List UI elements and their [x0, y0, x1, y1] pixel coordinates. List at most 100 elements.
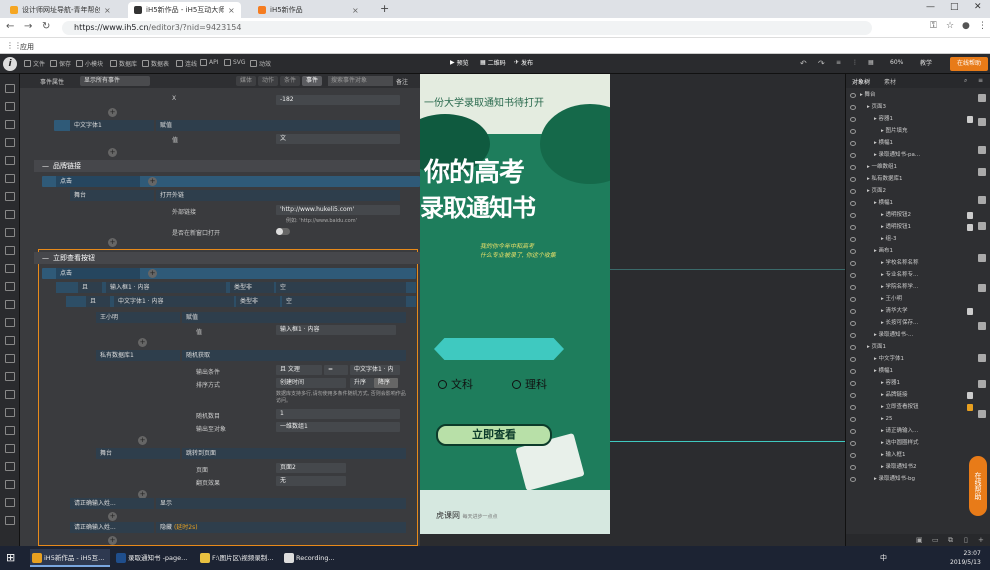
gesture-tool-icon[interactable] — [5, 408, 15, 417]
copy-icon[interactable]: ⧉ — [948, 536, 953, 545]
layer-item[interactable]: ▸ 横幅1 — [874, 198, 893, 209]
taskbar-item[interactable]: F:\图片区\视频录制... — [198, 549, 278, 567]
property-tool-icon[interactable] — [978, 222, 986, 230]
taskbar-item[interactable]: Recording... — [282, 549, 354, 567]
camera-tool-icon[interactable] — [5, 318, 15, 327]
visibility-eye-icon[interactable] — [850, 405, 856, 410]
page-select[interactable]: 页面2 — [276, 463, 346, 473]
layer-item[interactable]: ▸ 页面2 — [867, 186, 886, 197]
action-object[interactable]: 舞台 — [70, 190, 154, 201]
layer-item[interactable]: ▸ 容器1 — [874, 114, 893, 125]
action-object[interactable]: 中文字体1 — [70, 120, 154, 131]
action-name[interactable]: 隐藏 (延时2s) — [156, 522, 406, 533]
folder-icon[interactable]: ▭ — [932, 536, 939, 544]
action-object[interactable]: 私有数据库1 — [96, 350, 180, 361]
cond-logic[interactable]: 且 — [86, 296, 110, 307]
desc-button[interactable]: 降序 — [374, 378, 398, 388]
visibility-eye-icon[interactable] — [850, 273, 856, 278]
layer-item[interactable]: ▸ 容器1 — [881, 378, 900, 389]
visibility-eye-icon[interactable] — [850, 309, 856, 314]
collapse-icon[interactable]: — — [42, 254, 49, 262]
video-tool-icon[interactable] — [5, 210, 15, 219]
layer-item[interactable]: ▸ 横幅1 — [874, 366, 893, 377]
action-object[interactable]: 请正确输入姓... — [70, 522, 154, 533]
radio-science[interactable]: 理科 — [512, 376, 547, 392]
timeline-tool-icon[interactable] — [5, 264, 15, 273]
action-name[interactable]: 显示 — [156, 498, 406, 509]
layer-item[interactable]: ▸ 透明按钮2 — [881, 210, 911, 221]
cond-operator[interactable]: 类型非 — [230, 282, 274, 293]
db-tool-icon[interactable] — [5, 462, 15, 471]
trash-icon[interactable]: ▯ — [964, 536, 968, 544]
cond-value[interactable]: 空 — [282, 296, 406, 307]
toolbar-link[interactable]: 连线 — [176, 59, 197, 68]
toolbar-save[interactable]: 保存 — [50, 59, 71, 68]
visibility-eye-icon[interactable] — [850, 357, 856, 362]
pointer-tool-icon[interactable] — [5, 84, 15, 93]
visibility-eye-icon[interactable] — [850, 177, 856, 182]
lock-icon[interactable] — [967, 224, 973, 231]
undo-icon[interactable]: ↶ — [800, 59, 807, 68]
lock-icon[interactable] — [967, 116, 973, 123]
forward-arrow-icon[interactable]: → — [24, 21, 32, 32]
publish-button[interactable]: ✈ 发布 — [514, 58, 533, 67]
3d-tool-icon[interactable] — [5, 390, 15, 399]
phone-preview[interactable]: 一份大学录取通知书待打开 你的高考 录取通知书 我的你今年中和高考 什么专业被录了… — [420, 74, 610, 534]
visibility-eye-icon[interactable] — [850, 261, 856, 266]
property-tool-icon[interactable] — [978, 354, 986, 362]
visibility-eye-icon[interactable] — [850, 465, 856, 470]
add-action-icon[interactable]: + — [108, 108, 117, 117]
event-search-input[interactable]: 搜索事件对象 — [328, 76, 393, 86]
tab-condition[interactable]: 条件 — [280, 76, 301, 86]
property-tool-icon[interactable] — [978, 196, 986, 204]
container-tool-icon[interactable] — [5, 174, 15, 183]
layer-item[interactable]: ▸ 长按可保存... — [881, 318, 918, 329]
distribute-icon[interactable]: ⋮ — [852, 59, 858, 66]
key-icon[interactable]: ⚿ — [930, 21, 937, 31]
share-tool-icon[interactable] — [5, 372, 15, 381]
windows-start-icon[interactable]: ⊞ — [6, 551, 15, 564]
layer-item[interactable]: ▸ 立即查看按钮 — [881, 402, 919, 413]
reload-icon[interactable]: ↻ — [42, 21, 50, 32]
property-tool-icon[interactable] — [978, 322, 986, 330]
action-name[interactable]: 随机获取 — [182, 350, 406, 361]
system-clock[interactable]: 23:07 2019/5/13 — [950, 549, 981, 567]
name-input-box[interactable] — [434, 338, 564, 360]
more-tool-icon[interactable] — [5, 498, 15, 507]
tab-action[interactable]: 动作 — [258, 76, 279, 86]
layer-item[interactable]: ▸ 画布1 — [874, 246, 893, 257]
layer-item[interactable]: ▸ 专业名称专... — [881, 270, 918, 281]
property-tool-icon[interactable] — [978, 118, 986, 126]
property-tool-icon[interactable] — [978, 168, 986, 176]
plugin-tool-icon[interactable] — [5, 516, 15, 525]
action-name[interactable]: 跳转到页面 — [182, 448, 406, 459]
lock-icon[interactable] — [967, 308, 973, 315]
visibility-eye-icon[interactable] — [850, 117, 856, 122]
toolbar-file[interactable]: 文件 — [24, 59, 45, 68]
layer-item[interactable]: ▸ 品牌链接 — [881, 390, 908, 401]
layer-item[interactable]: ▸ 录取通知书-... — [874, 330, 913, 341]
property-tool-icon[interactable] — [978, 146, 986, 154]
cond-value[interactable]: 空 — [276, 282, 406, 293]
layer-item[interactable]: ▸ 私有数据库1 — [867, 174, 903, 185]
layer-item[interactable]: ▸ 25 — [881, 414, 893, 425]
layer-item[interactable]: ▸ 录取通知书2 — [881, 462, 917, 473]
visibility-eye-icon[interactable] — [850, 369, 856, 374]
toolbar-module[interactable]: 小模块 — [76, 59, 103, 68]
lock-all-icon[interactable]: ▣ — [916, 536, 923, 544]
close-icon[interactable]: × — [228, 6, 235, 15]
search-icon[interactable]: ⌕ — [964, 77, 967, 85]
qrcode-button[interactable]: ▦ 二维码 — [480, 58, 506, 67]
layer-item[interactable]: ▸ 王小明 — [881, 294, 902, 305]
cond-object[interactable]: 输入框1 · 内容 — [106, 282, 226, 293]
window-close-icon[interactable]: ✕ — [974, 2, 982, 12]
cond-object[interactable]: 中文字体1 · 内容 — [114, 296, 234, 307]
layer-item[interactable]: ▸ 图片填充 — [881, 126, 908, 137]
out-cond-a[interactable]: 且 文理 — [276, 365, 322, 375]
visibility-eye-icon[interactable] — [850, 381, 856, 386]
asc-button[interactable]: 升序 — [350, 378, 374, 388]
action-name[interactable]: 赋值 — [182, 312, 406, 323]
layer-item[interactable]: ▸ 录取通知书-pa... — [874, 150, 920, 161]
collapse-icon[interactable]: — — [42, 162, 49, 170]
visibility-eye-icon[interactable] — [850, 429, 856, 434]
